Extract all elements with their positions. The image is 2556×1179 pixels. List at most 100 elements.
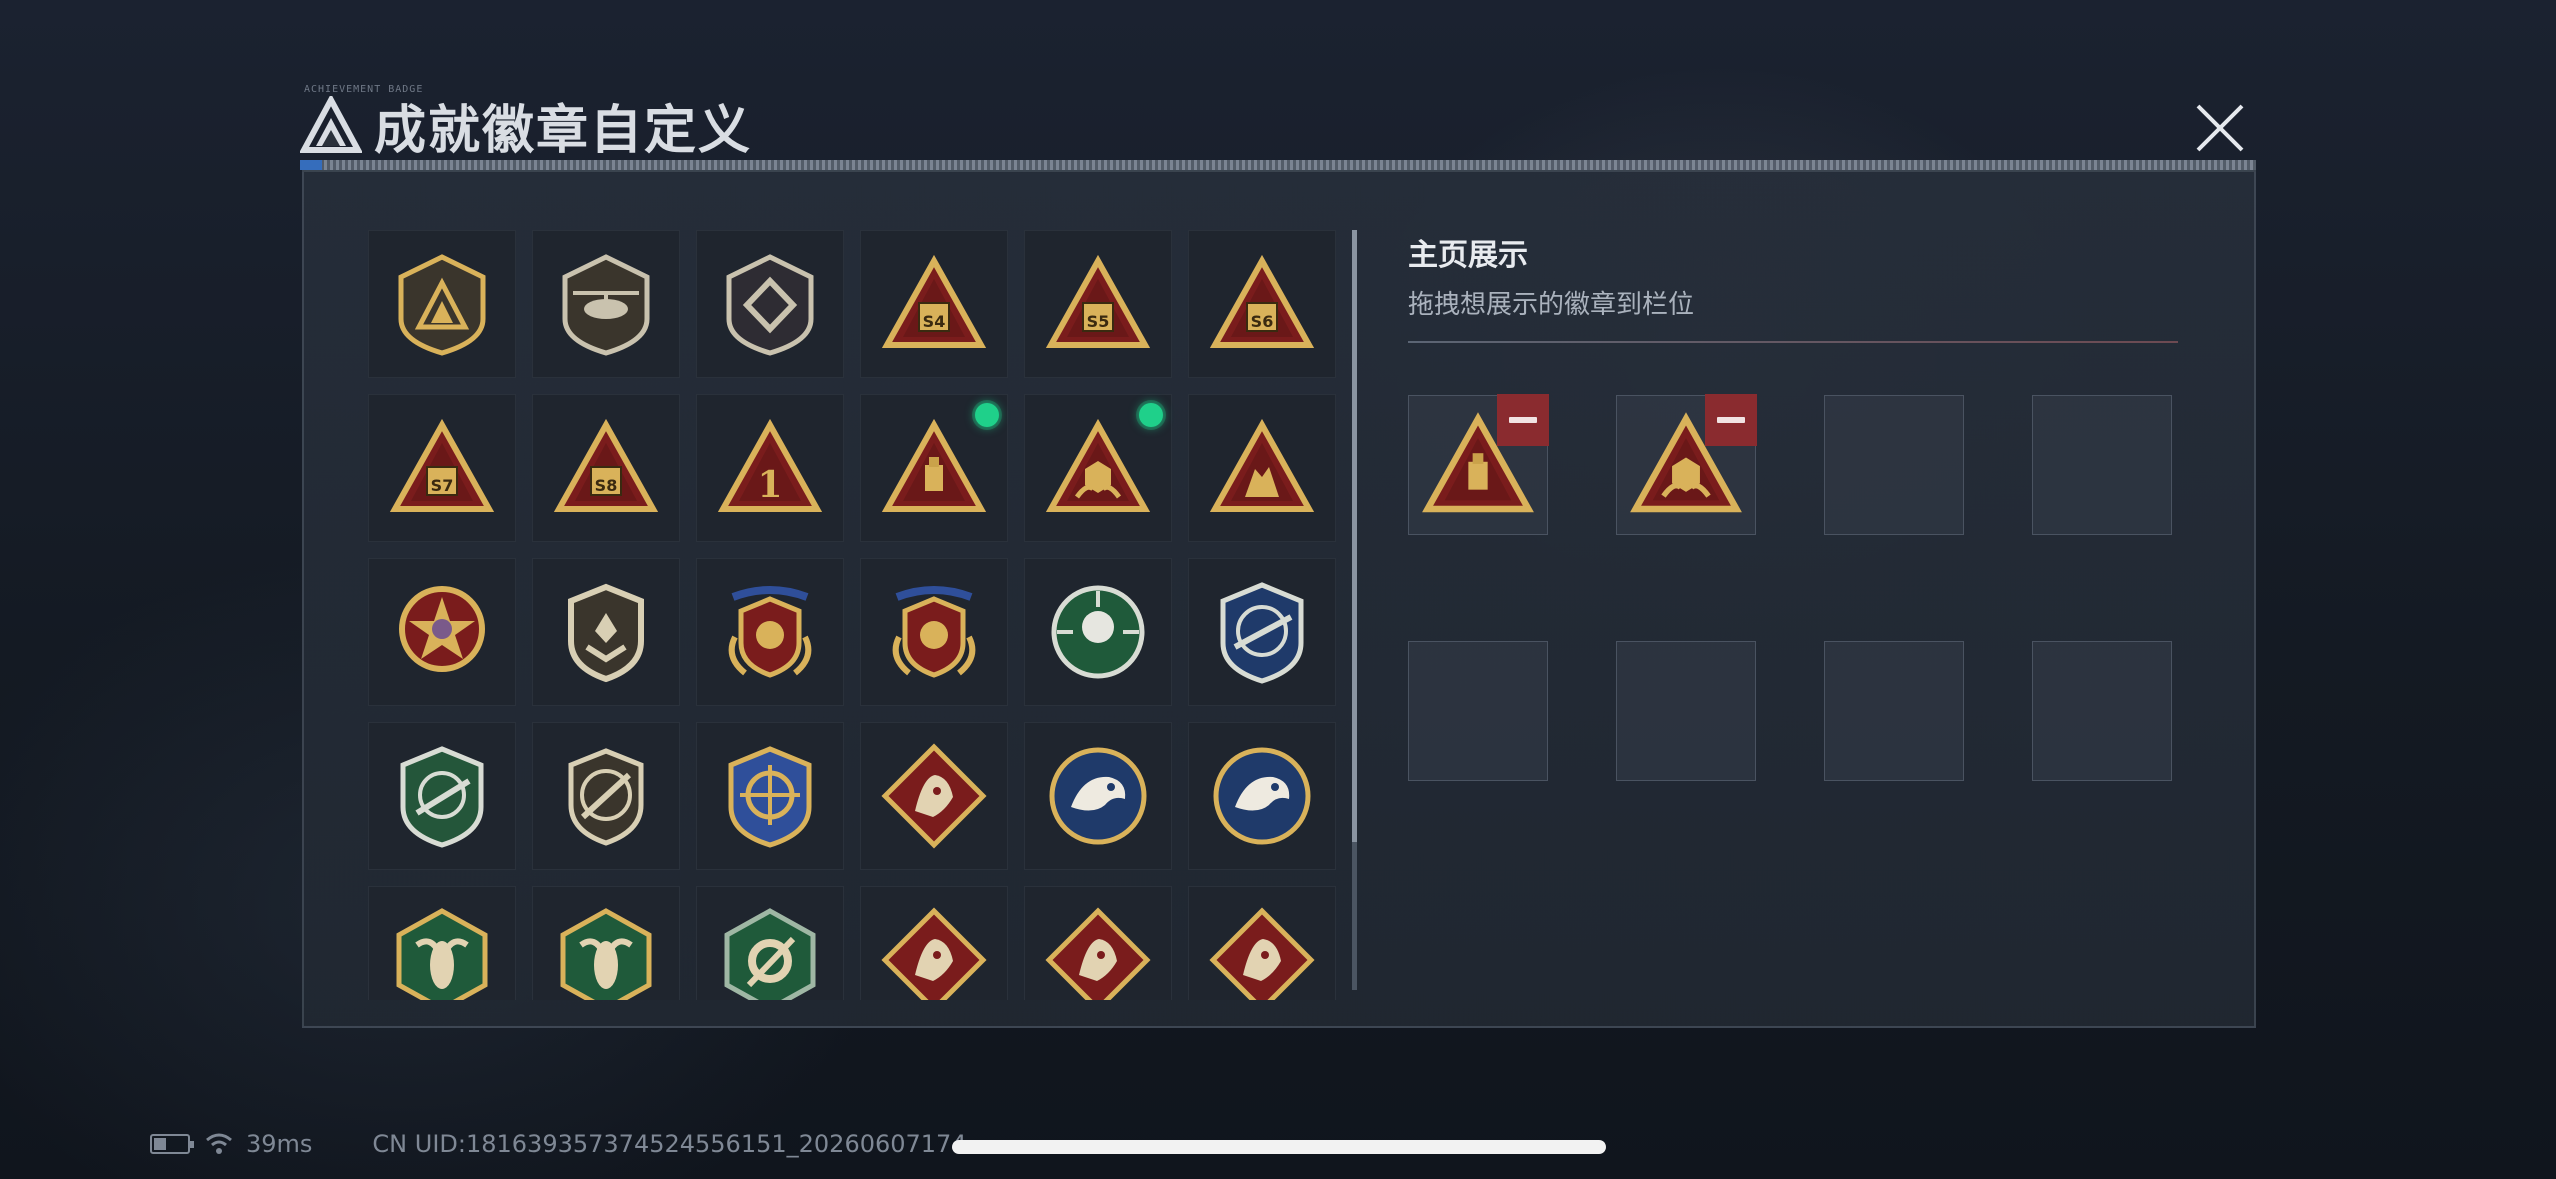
badge-cell[interactable] — [532, 722, 680, 870]
dragon-diamond-2-badge-icon — [1045, 907, 1151, 1000]
badge-grid: S4 S5 S6 S7 S8 1 — [368, 230, 1344, 1000]
uid-text: CN UID:18163935737452455615​1_2026060717… — [372, 1130, 967, 1158]
rank-1-badge-icon: 1 — [717, 418, 823, 512]
badge-cell[interactable] — [1024, 394, 1172, 542]
collection-scrollbar[interactable] — [1352, 230, 1357, 990]
remove-badge-button[interactable] — [1705, 394, 1757, 446]
badge-collection[interactable]: S4 S5 S6 S7 S8 1 — [368, 230, 1344, 1000]
new-indicator-dot — [1139, 403, 1163, 427]
season-s8-badge-icon: S8 — [553, 418, 659, 512]
showcase-slot[interactable] — [2032, 395, 2172, 535]
usb-triangle-badge-icon — [881, 418, 987, 512]
badge-cell[interactable] — [1024, 886, 1172, 1000]
badge-cell[interactable] — [860, 558, 1008, 706]
page-title: 成就徽章自定义 — [374, 100, 753, 161]
showcase-slots — [1408, 394, 2178, 781]
badge-cell[interactable] — [860, 722, 1008, 870]
showcase-section: 主页展示 拖拽想展示的徽章到栏位 — [1408, 230, 2178, 781]
badge-cell[interactable] — [860, 394, 1008, 542]
showcase-slot[interactable] — [2032, 641, 2172, 781]
badge-cell[interactable] — [532, 886, 680, 1000]
svg-text:S8: S8 — [595, 476, 618, 495]
wasp-green-badge-icon — [396, 908, 488, 1000]
wasp-green-2-badge-icon — [560, 908, 652, 1000]
shield-diamond-badge-icon — [726, 254, 814, 356]
battery-icon — [150, 1134, 194, 1154]
runner-diamond-badge-icon — [1209, 907, 1315, 1000]
showcase-divider — [1408, 341, 2178, 343]
badge-cell[interactable] — [1024, 722, 1172, 870]
soldiers-triangle-badge-icon — [1209, 418, 1315, 512]
header-tag: ACHIEVEMENT BADGE — [304, 84, 424, 95]
remove-badge-button[interactable] — [1497, 394, 1549, 446]
minus-icon — [1717, 417, 1745, 423]
svg-text:S7: S7 — [431, 476, 454, 495]
badge-cell[interactable]: S8 — [532, 394, 680, 542]
badge-cell[interactable]: S7 — [368, 394, 516, 542]
badge-cell[interactable] — [696, 558, 844, 706]
badge-cell[interactable] — [860, 886, 1008, 1000]
dragon-diamond-badge-icon — [881, 907, 987, 1000]
home-indicator[interactable] — [952, 1140, 1606, 1154]
badge-cell[interactable] — [696, 230, 844, 378]
crosshair-shield-badge-icon — [728, 746, 812, 848]
rifle-green-badge-icon — [400, 746, 484, 848]
season-s4-badge-icon: S4 — [881, 254, 987, 348]
sniper-blue-badge-icon — [1220, 582, 1304, 684]
winged-shield-badge-icon — [728, 586, 812, 678]
star-medal-badge-icon — [399, 586, 485, 672]
badge-cell[interactable] — [368, 886, 516, 1000]
badge-cell[interactable]: S6 — [1188, 230, 1336, 378]
showcase-slot[interactable] — [1616, 394, 1757, 535]
svg-text:S4: S4 — [923, 312, 946, 331]
showcase-title: 主页展示 — [1408, 238, 1528, 273]
shield-logo-badge-icon — [398, 254, 486, 356]
helicopter-badge-icon — [562, 254, 650, 356]
showcase-slot[interactable] — [1824, 641, 1964, 781]
header-divider — [300, 160, 2256, 170]
gear-green-badge-icon — [724, 908, 816, 1000]
badge-cell[interactable] — [696, 722, 844, 870]
badge-cell[interactable] — [368, 722, 516, 870]
rifle-circle-badge-icon — [568, 748, 644, 846]
badge-cell[interactable]: S5 — [1024, 230, 1172, 378]
showcase-slot[interactable] — [1616, 641, 1756, 781]
dice-hands-badge-icon — [1045, 418, 1151, 512]
logo-icon — [300, 96, 362, 153]
minus-icon — [1509, 417, 1537, 423]
badge-cell[interactable] — [532, 230, 680, 378]
showcase-subtitle: 拖拽想展示的徽章到栏位 — [1408, 290, 1695, 320]
shield-chevron-badge-icon — [568, 583, 644, 683]
season-s7-badge-icon: S7 — [389, 418, 495, 512]
badge-cell[interactable] — [1188, 558, 1336, 706]
showcase-slot[interactable] — [1408, 394, 1549, 535]
badge-cell[interactable]: 1 — [696, 394, 844, 542]
badge-cell[interactable] — [532, 558, 680, 706]
season-s5-badge-icon: S5 — [1045, 254, 1151, 348]
badge-panel: S4 S5 S6 S7 S8 1 主页展示 拖拽想展示的徽章到栏位 — [302, 170, 2256, 1028]
svg-text:S6: S6 — [1251, 312, 1274, 331]
winged-shield-red-badge-icon — [892, 586, 976, 678]
new-indicator-dot — [975, 403, 999, 427]
skull-crosshair-badge-icon — [1051, 585, 1145, 679]
wolf-diamond-badge-icon — [881, 743, 987, 849]
badge-cell[interactable] — [1024, 558, 1172, 706]
eagle-blue-2-badge-icon — [1213, 747, 1311, 845]
badge-cell[interactable] — [1188, 394, 1336, 542]
close-icon[interactable] — [2192, 100, 2248, 156]
eagle-blue-badge-icon — [1049, 747, 1147, 845]
showcase-slot[interactable] — [1824, 395, 1964, 535]
badge-cell[interactable] — [1188, 722, 1336, 870]
scrollbar-thumb[interactable] — [1352, 230, 1357, 842]
wifi-icon — [206, 1133, 232, 1154]
badge-cell[interactable] — [1188, 886, 1336, 1000]
svg-text:1: 1 — [757, 464, 782, 506]
badge-cell[interactable] — [368, 558, 516, 706]
badge-cell[interactable]: S4 — [860, 230, 1008, 378]
badge-cell[interactable] — [696, 886, 844, 1000]
season-s6-badge-icon: S6 — [1209, 254, 1315, 348]
status-bar: 39ms CN UID:18163935737452455615​1_20260… — [150, 1128, 967, 1160]
showcase-slot[interactable] — [1408, 641, 1548, 781]
badge-cell[interactable] — [368, 230, 516, 378]
svg-text:S5: S5 — [1087, 312, 1110, 331]
